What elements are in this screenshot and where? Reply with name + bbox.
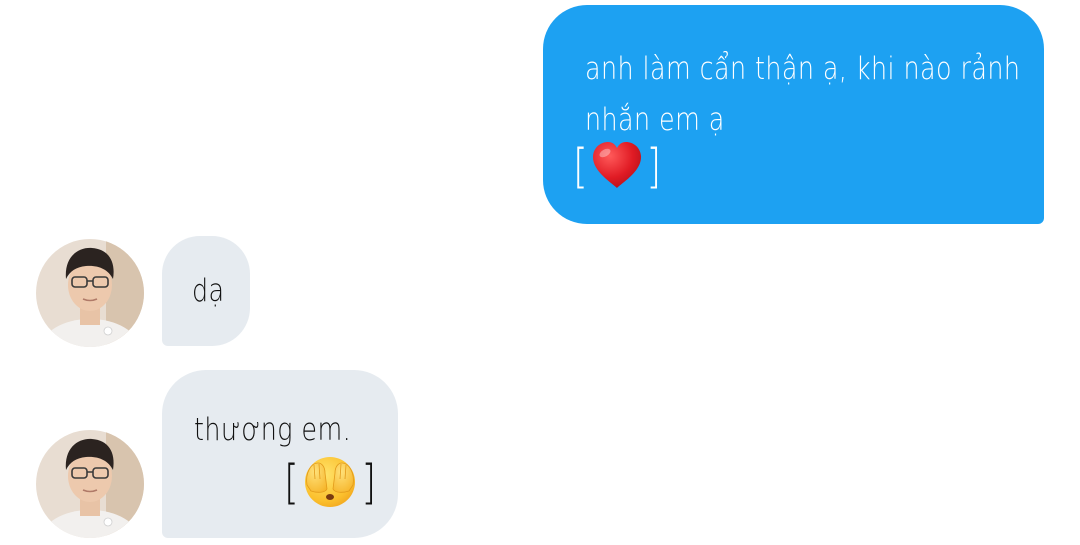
message-emoji-group: [] — [284, 454, 377, 510]
emoji-open-bracket: [ — [573, 138, 589, 194]
contact-avatar[interactable] — [36, 430, 144, 538]
message-text-line-2: nhắn em ạ — [585, 102, 725, 138]
message-text-line-1: anh làm cẩn thận ạ, khi nào rảnh — [585, 51, 1021, 87]
emoji-close-bracket: ] — [646, 138, 662, 194]
face-with-hands-over-eyes-icon — [301, 455, 359, 509]
outgoing-message-bubble[interactable]: anh làm cẩn thận ạ, khi nào rảnh nhắn em… — [543, 5, 1044, 224]
red-heart-icon — [590, 141, 644, 191]
message-text: thương em. — [194, 412, 352, 448]
message-text: dạ — [192, 273, 225, 309]
incoming-message-bubble[interactable]: dạ — [162, 236, 250, 346]
contact-avatar[interactable] — [36, 239, 144, 347]
emoji-open-bracket: [ — [284, 454, 300, 510]
emoji-close-bracket: ] — [361, 454, 377, 510]
incoming-message-bubble[interactable]: thương em. [] — [162, 370, 398, 538]
message-emoji-group: [ ] — [573, 138, 662, 194]
